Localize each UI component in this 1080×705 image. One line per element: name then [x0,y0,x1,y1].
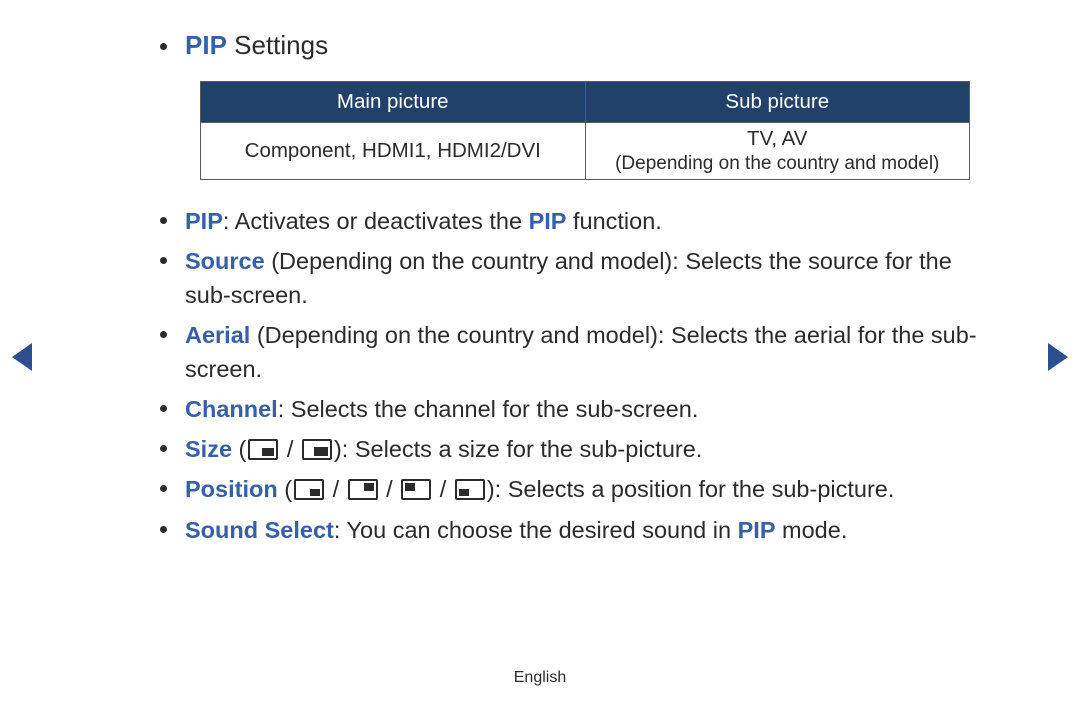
text: ): Selects a size for the sub-picture. [334,436,702,462]
text: (Depending on the country and model): Se… [185,322,977,382]
settings-list: PIP: Activates or deactivates the PIP fu… [160,204,990,547]
item-channel: Channel: Selects the channel for the sub… [160,392,990,426]
label-position: Position [185,476,278,502]
bullet-icon [160,485,167,492]
text: ( [278,476,292,502]
pip-table: Main picture Sub picture Component, HDMI… [200,81,970,180]
sep: / [380,476,400,502]
item-pip: PIP: Activates or deactivates the PIP fu… [160,204,990,238]
label-pip: PIP [185,208,223,234]
sep: / [433,476,453,502]
bullet-icon [160,445,167,452]
td-sub-line2: (Depending on the country and model) [615,153,939,174]
label-source: Source [185,248,265,274]
pos-bottom-right-icon [294,479,324,500]
item-aerial: Aerial (Depending on the country and mod… [160,318,990,386]
sep: / [326,476,346,502]
label-sound: Sound Select [185,517,334,543]
item-sound-select: Sound Select: You can choose the desired… [160,513,990,547]
title-rest: Settings [227,30,328,60]
title-highlight: PIP [185,30,227,60]
text: (Depending on the country and model): Se… [185,248,952,308]
th-main: Main picture [201,82,586,123]
label-channel: Channel [185,396,278,422]
text: : Selects the channel for the sub-screen… [278,396,699,422]
pos-top-left-icon [401,479,431,500]
th-sub: Sub picture [585,82,970,123]
text: : Activates or deactivates the [223,208,529,234]
sep: / [280,436,300,462]
next-page-arrow[interactable] [1048,343,1068,371]
text: : You can choose the desired sound in [334,517,738,543]
item-source: Source (Depending on the country and mod… [160,244,990,312]
prev-page-arrow[interactable] [12,343,32,371]
text: ): Selects a position for the sub-pictur… [487,476,895,502]
item-size: Size ( / ): Selects a size for the sub-p… [160,432,990,466]
label-size: Size [185,436,232,462]
text: mode. [776,517,848,543]
label-aerial: Aerial [185,322,250,348]
table-row: Component, HDMI1, HDMI2/DVI TV, AV (Depe… [201,123,970,180]
section-title: PIP Settings [160,30,990,61]
text: ( [232,436,246,462]
td-main: Component, HDMI1, HDMI2/DVI [201,123,586,180]
bullet-icon [160,257,167,264]
footer-language: English [0,669,1080,687]
item-position: Position ( / / / ): Selects a position f… [160,472,990,506]
pos-bottom-left-icon [455,479,485,500]
text: function. [566,208,661,234]
bullet-icon [160,217,167,224]
pos-top-right-icon [348,479,378,500]
label-pip3: PIP [738,517,776,543]
page-content: PIP Settings Main picture Sub picture Co… [0,0,1080,547]
bullet-icon [160,43,167,50]
size-large-icon [302,439,332,460]
td-sub: TV, AV (Depending on the country and mod… [585,123,970,180]
bullet-icon [160,331,167,338]
td-sub-line1: TV, AV [747,127,807,150]
bullet-icon [160,526,167,533]
bullet-icon [160,405,167,412]
label-pip2: PIP [529,208,567,234]
size-small-icon [248,439,278,460]
